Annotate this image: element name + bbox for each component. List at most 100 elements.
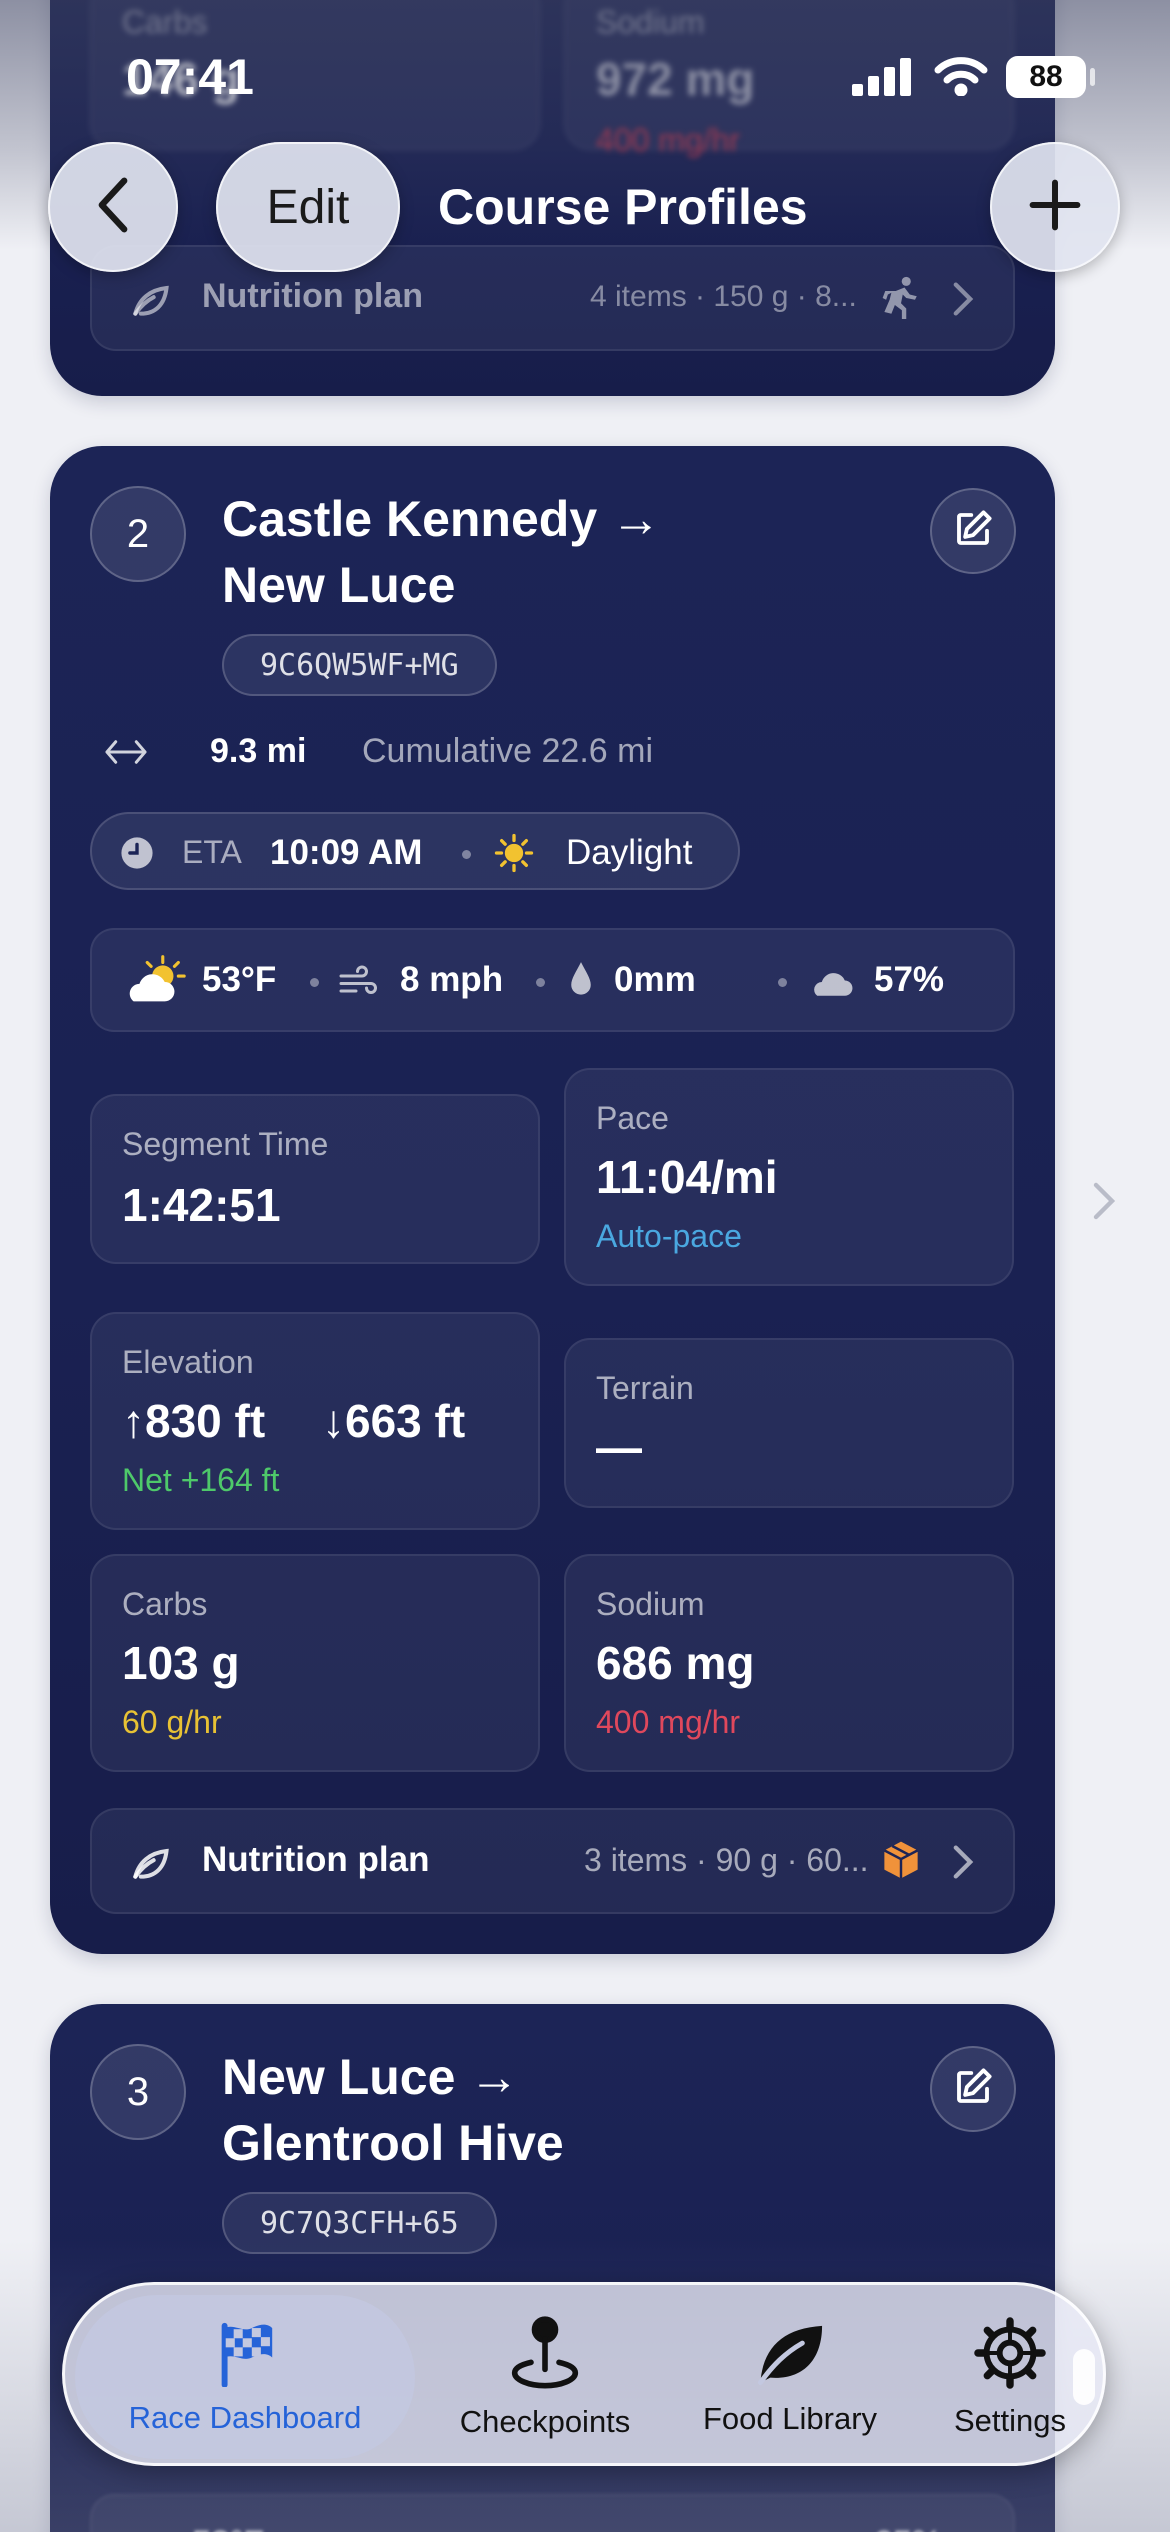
segment-title-line2: Glentrool Hive xyxy=(222,2115,564,2171)
scroll-indicator xyxy=(1073,2349,1095,2405)
nutrition-plan-label: Nutrition plan xyxy=(202,277,423,315)
nutrition-plan-label: Nutrition plan xyxy=(202,1840,430,1879)
tab-settings[interactable]: Settings xyxy=(925,2285,1095,2469)
nutrition-plan-row[interactable]: Nutrition plan 3 items · 90 g · 60... xyxy=(90,1808,1015,1914)
separator-dot xyxy=(778,978,787,987)
segment-number-badge: 3 xyxy=(90,2044,186,2140)
pace-mode: Auto-pace xyxy=(596,1218,742,1254)
plus-code-badge[interactable]: 9C7Q3CFH+65 xyxy=(222,2192,497,2254)
plus-icon xyxy=(1027,177,1083,238)
carbs-value: 103 g xyxy=(122,1637,240,1689)
weather-precip: 0mm xyxy=(614,960,696,999)
eta-pill: ETA 10:09 AM Daylight xyxy=(90,812,740,890)
chevron-right-icon xyxy=(952,1844,974,1885)
cumulative-distance: Cumulative 22.6 mi xyxy=(362,732,654,770)
segment-time-tile: Segment Time 1:42:51 xyxy=(90,1094,540,1264)
elevation-tile: Elevation ↑830 ft ↓663 ft Net +164 ft xyxy=(90,1312,540,1530)
terrain-label: Terrain xyxy=(596,1370,694,1406)
elevation-loss: ↓663 ft xyxy=(322,1395,466,1447)
map-pin-icon xyxy=(510,2315,580,2396)
elevation-gain: ↑830 ft xyxy=(122,1395,266,1447)
tab-label: Food Library xyxy=(702,2400,878,2436)
separator-dot xyxy=(462,850,471,859)
terrain-tile[interactable]: Terrain — xyxy=(564,1338,1014,1508)
sodium-value: 686 mg xyxy=(596,1637,755,1689)
box-icon xyxy=(880,1838,922,1887)
add-button[interactable] xyxy=(990,142,1120,272)
sodium-rate: 400 mg/hr xyxy=(596,1704,741,1740)
segment-title-line1: New Luce → xyxy=(222,2049,520,2105)
separator-dot xyxy=(310,978,319,987)
weather-cloud-cover: 65% xyxy=(874,2524,942,2532)
sodium-label: Sodium xyxy=(596,4,705,40)
eta-label: ETA xyxy=(182,834,242,870)
elevation-label: Elevation xyxy=(122,1344,254,1380)
plus-code-badge[interactable]: 9C6QW5WF+MG xyxy=(222,634,497,696)
partly-sunny-icon xyxy=(120,954,190,1011)
raindrop-icon xyxy=(568,960,594,1005)
edit-segment-button[interactable] xyxy=(930,2046,1016,2132)
cloud-icon xyxy=(808,966,854,1003)
nutrition-summary: 3 items · 90 g · 60... xyxy=(584,1842,869,1878)
checkered-flag-icon xyxy=(212,2319,278,2392)
edit-button-label: Edit xyxy=(266,180,350,234)
separator-dot xyxy=(536,978,545,987)
pace-value: 11:04/mi xyxy=(596,1151,778,1203)
leaf-icon xyxy=(128,1840,172,1889)
segment-number-badge: 2 xyxy=(90,486,186,582)
tab-food-library[interactable]: Food Library xyxy=(665,2285,915,2469)
segment-card-2[interactable]: 2 Castle Kennedy → New Luce 9C6QW5WF+MG … xyxy=(50,446,1055,1954)
carbs-rate: 60 g/hr xyxy=(122,1704,222,1740)
nutrition-plan-row[interactable]: Nutrition plan 4 items · 150 g · 8... xyxy=(90,245,1015,351)
weather-row: 53°F 8 mph 0mm 57% xyxy=(90,928,1015,1032)
status-time: 07:41 xyxy=(126,49,254,105)
carbs-label: Carbs xyxy=(122,1586,208,1622)
partly-sunny-icon xyxy=(126,2526,170,2532)
carbs-tile: Carbs 103 g 60 g/hr xyxy=(90,1554,540,1772)
clock-icon xyxy=(120,836,154,875)
segment-distance: 9.3 mi xyxy=(210,732,307,770)
segment-time-value: 1:42:51 xyxy=(122,1179,281,1231)
eta-time: 10:09 AM xyxy=(270,833,423,872)
edit-button[interactable]: Edit xyxy=(216,142,400,272)
cellular-signal-icon xyxy=(852,58,912,101)
runner-icon xyxy=(880,275,922,326)
gear-icon xyxy=(973,2316,1047,2395)
sodium-tile: Sodium 686 mg 400 mg/hr xyxy=(564,1554,1014,1772)
battery-cap xyxy=(1090,68,1095,86)
weather-temp: 53°F xyxy=(192,2524,264,2532)
wifi-icon xyxy=(934,56,988,101)
tab-label: Settings xyxy=(953,2402,1066,2438)
wind-icon xyxy=(338,964,380,1005)
weather-row: 53°F 65% xyxy=(90,2494,1015,2532)
tab-label: Checkpoints xyxy=(459,2403,631,2439)
segment-title-line2: New Luce xyxy=(222,557,456,613)
sodium-value: 972 mg xyxy=(596,53,755,105)
nutrition-summary: 4 items · 150 g · 8... xyxy=(590,280,857,313)
battery-icon: 88 xyxy=(1006,56,1086,98)
tab-bar: Race Dashboard Checkpoints Food Library xyxy=(62,2282,1106,2466)
edit-segment-button[interactable] xyxy=(930,488,1016,574)
sodium-label: Sodium xyxy=(596,1586,705,1622)
tab-label: Race Dashboard xyxy=(128,2399,362,2435)
battery-level: 88 xyxy=(1029,60,1063,93)
leaf-icon xyxy=(753,2318,827,2393)
segment-time-label: Segment Time xyxy=(122,1126,329,1162)
tab-race-dashboard[interactable]: Race Dashboard xyxy=(75,2285,415,2469)
chevron-left-icon xyxy=(96,177,130,238)
back-button[interactable] xyxy=(48,142,178,272)
light-condition: Daylight xyxy=(566,833,693,872)
pace-tile[interactable]: Pace 11:04/mi Auto-pace xyxy=(564,1068,1014,1286)
square-pencil-icon xyxy=(952,2066,994,2113)
next-page-chevron-icon[interactable] xyxy=(1092,1180,1116,1227)
leaf-icon xyxy=(128,277,172,326)
tab-checkpoints[interactable]: Checkpoints xyxy=(425,2285,665,2469)
sodium-rate: 400 mg/hr xyxy=(596,122,741,158)
elevation-net: Net +164 ft xyxy=(122,1462,280,1498)
distance-arrows-icon xyxy=(104,736,148,773)
weather-cloud-cover: 57% xyxy=(874,960,945,999)
sun-icon xyxy=(494,833,534,878)
terrain-value: — xyxy=(596,1421,642,1473)
carbs-label: Carbs xyxy=(122,4,208,40)
chevron-right-icon xyxy=(952,281,974,322)
